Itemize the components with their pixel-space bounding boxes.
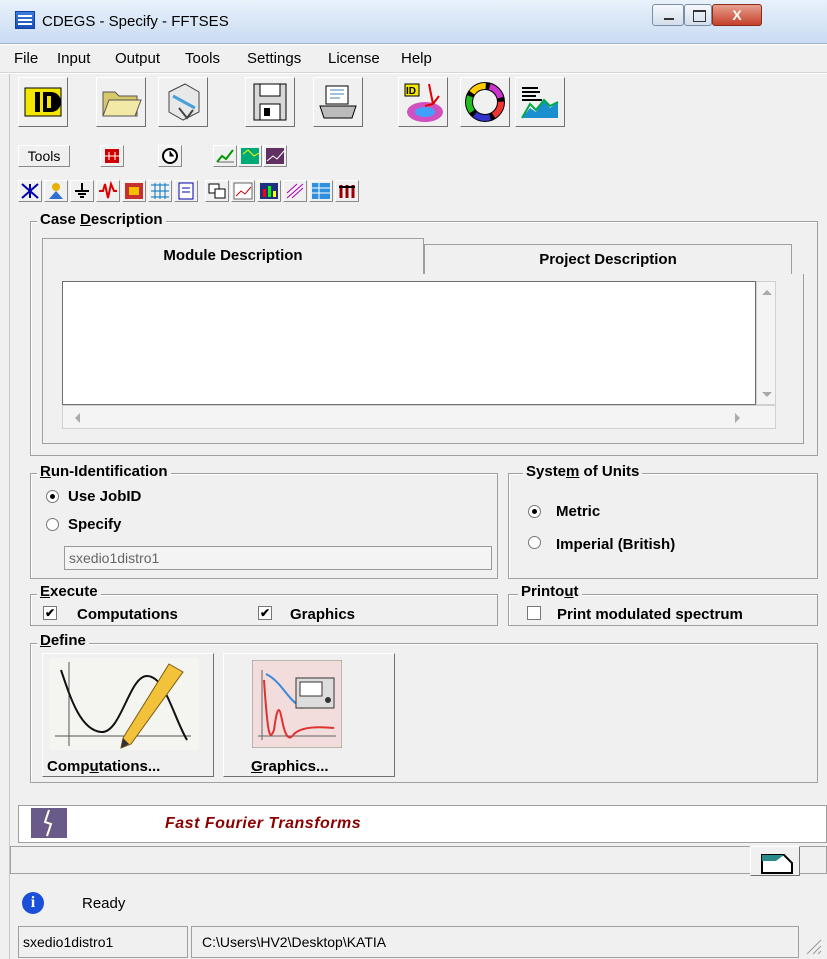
scroll-up-icon[interactable] bbox=[762, 290, 772, 295]
id-plot-icon[interactable]: ID bbox=[398, 77, 448, 127]
waveform-icon[interactable] bbox=[96, 180, 120, 202]
minimize-button[interactable] bbox=[652, 4, 684, 26]
horizontal-scrollbar[interactable] bbox=[62, 405, 776, 429]
use-jobid-radio[interactable] bbox=[46, 490, 59, 503]
lines-icon[interactable] bbox=[283, 180, 307, 202]
app-icon[interactable] bbox=[15, 11, 35, 29]
computations-label: Computations bbox=[77, 606, 178, 623]
specify-radio[interactable] bbox=[46, 518, 59, 531]
trend-icon[interactable] bbox=[263, 145, 287, 167]
oscilloscope-icon bbox=[252, 660, 342, 748]
graphics-checkbox[interactable]: ✔ bbox=[258, 606, 272, 620]
tab-project-description[interactable]: Project Description bbox=[424, 244, 792, 274]
mesh-icon[interactable] bbox=[148, 180, 172, 202]
status-path-pane: C:\Users\HV2\Desktop\KATIA bbox=[191, 926, 799, 958]
stack-icon[interactable] bbox=[335, 180, 359, 202]
copy-icon[interactable] bbox=[205, 180, 229, 202]
metric-radio[interactable] bbox=[528, 505, 541, 518]
document-icon[interactable] bbox=[174, 180, 198, 202]
title-bar[interactable]: CDEGS - Specify - FFTSES X bbox=[0, 0, 827, 44]
id-card-icon[interactable] bbox=[18, 77, 68, 127]
define-label: Define bbox=[37, 632, 89, 649]
run-identification-label: Run-Identification bbox=[37, 463, 171, 480]
banner-text: Fast Fourier Transforms bbox=[165, 815, 362, 832]
save-disk-icon[interactable] bbox=[245, 77, 295, 127]
menu-settings[interactable]: Settings bbox=[247, 50, 301, 67]
imperial-radio[interactable] bbox=[528, 536, 541, 549]
job-id-field[interactable]: sxedio1distro1 bbox=[64, 546, 492, 570]
system-of-units-group bbox=[508, 473, 818, 579]
clock-icon[interactable] bbox=[158, 145, 182, 167]
module-banner: Fast Fourier Transforms bbox=[18, 805, 827, 843]
imperial-label: Imperial (British) bbox=[556, 536, 676, 553]
door-icon bbox=[761, 854, 793, 874]
status-job: sxedio1distro1 bbox=[23, 934, 114, 950]
close-button[interactable]: X bbox=[712, 4, 762, 26]
circuit-icon[interactable] bbox=[100, 145, 124, 167]
chart-bars-icon[interactable] bbox=[515, 77, 565, 127]
specify-label: Specify bbox=[68, 516, 122, 533]
menu-bar: File Input Output Tools Settings License… bbox=[0, 45, 827, 73]
info-icon: i bbox=[22, 892, 44, 914]
import-icon[interactable] bbox=[158, 77, 208, 127]
cycle-icon[interactable] bbox=[460, 77, 510, 127]
computations-checkbox[interactable]: ✔ bbox=[43, 606, 57, 620]
menu-output[interactable]: Output bbox=[115, 50, 160, 67]
lightning-icon bbox=[31, 808, 67, 838]
status-job-pane: sxedio1distro1 bbox=[18, 926, 188, 958]
execute-label: Execute bbox=[37, 583, 101, 600]
scroll-right-icon[interactable] bbox=[735, 413, 740, 423]
menu-file[interactable]: File bbox=[14, 50, 38, 67]
print-spectrum-checkbox[interactable] bbox=[527, 606, 541, 620]
maximize-button[interactable] bbox=[684, 4, 712, 26]
vertical-scrollbar[interactable] bbox=[756, 281, 776, 405]
print-spectrum-label: Print modulated spectrum bbox=[557, 606, 743, 623]
menu-input[interactable]: Input bbox=[57, 50, 90, 67]
graphics-label: Graphics bbox=[290, 606, 356, 623]
description-textarea[interactable] bbox=[62, 281, 756, 405]
graphics-define-button[interactable]: Graphics... bbox=[223, 653, 395, 777]
case-description-label: Case Description bbox=[37, 211, 166, 228]
left-edge bbox=[0, 74, 10, 959]
ground-icon[interactable] bbox=[70, 180, 94, 202]
grid-image-icon[interactable] bbox=[122, 180, 146, 202]
menu-license[interactable]: License bbox=[328, 50, 380, 67]
tools-button[interactable]: Tools bbox=[18, 145, 70, 167]
metric-label: Metric bbox=[556, 503, 601, 520]
table-icon[interactable] bbox=[309, 180, 333, 202]
window-title: CDEGS - Specify - FFTSES bbox=[42, 13, 229, 30]
exit-button[interactable] bbox=[750, 846, 800, 876]
menu-tools[interactable]: Tools bbox=[185, 50, 220, 67]
computation-chart-icon bbox=[49, 658, 199, 750]
status-message-bar: i Ready bbox=[10, 884, 827, 924]
bar-chart-icon[interactable] bbox=[257, 180, 281, 202]
menu-help[interactable]: Help bbox=[401, 50, 432, 67]
network-icon[interactable] bbox=[18, 180, 42, 202]
map-icon[interactable] bbox=[238, 145, 262, 167]
printout-label: Printout bbox=[518, 583, 582, 600]
tab-module-description[interactable]: Module Description bbox=[42, 238, 424, 274]
status-message: Ready bbox=[82, 895, 126, 912]
graph-icon[interactable] bbox=[213, 145, 237, 167]
printer-icon[interactable] bbox=[313, 77, 363, 127]
status-path: C:\Users\HV2\Desktop\KATIA bbox=[202, 934, 387, 950]
graphics-define-label: Graphics... bbox=[251, 758, 329, 775]
folder-open-icon[interactable] bbox=[96, 77, 146, 127]
resize-grip-icon[interactable] bbox=[803, 932, 823, 956]
scroll-down-icon[interactable] bbox=[762, 392, 772, 397]
window-chart-icon[interactable] bbox=[231, 180, 255, 202]
system-of-units-label: System of Units bbox=[523, 463, 643, 480]
progress-area bbox=[10, 846, 827, 874]
person-icon[interactable] bbox=[44, 180, 68, 202]
computations-define-button[interactable]: Computations... bbox=[42, 653, 214, 777]
svg-text:ID: ID bbox=[406, 86, 416, 97]
use-jobid-label: Use JobID bbox=[68, 488, 142, 505]
scroll-left-icon[interactable] bbox=[75, 413, 80, 423]
computations-define-label: Computations... bbox=[47, 758, 161, 775]
